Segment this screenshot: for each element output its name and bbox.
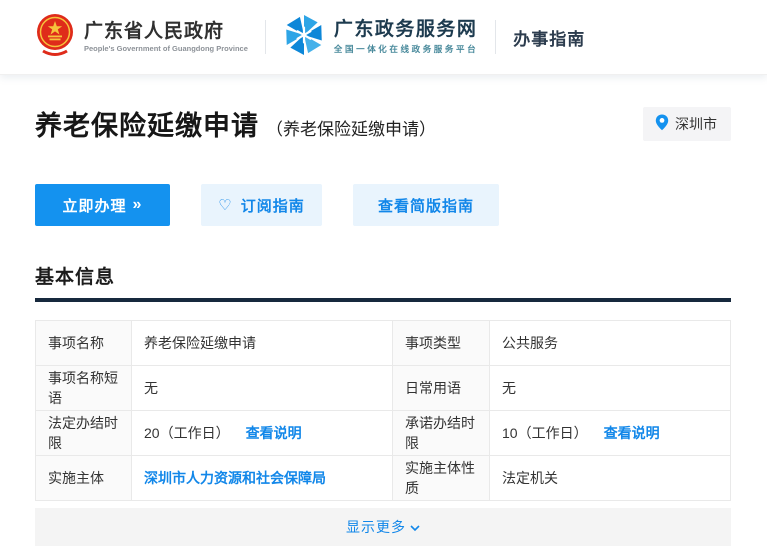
chevron-down-icon [410, 519, 420, 535]
row-value: 无 [131, 365, 393, 411]
row-label: 事项类型 [392, 320, 490, 366]
page-subtitle: （养老保险延缴申请） [266, 120, 436, 139]
row-value: 10（工作日） 查看说明 [489, 410, 731, 456]
double-arrow-icon: » [132, 196, 143, 213]
divider [264, 20, 266, 54]
table-row: 事项名称短语 无 日常用语 无 [35, 365, 731, 411]
nav-guide-label[interactable]: 办事指南 [513, 25, 585, 50]
heart-icon: ♡ [218, 197, 233, 214]
section-title-basic-info: 基本信息 [35, 267, 116, 288]
row-value: 无 [489, 365, 731, 411]
subscribe-guide-button[interactable]: ♡ 订阅指南 [201, 184, 322, 226]
basic-info-table: 事项名称 养老保险延缴申请 事项类型 公共服务 事项名称短语 无 日常用语 无 … [35, 320, 731, 501]
row-value: 法定机关 [489, 455, 731, 501]
city-selector[interactable]: 深圳市 [643, 106, 731, 141]
row-label: 日常用语 [392, 365, 490, 411]
city-label: 深圳市 [675, 115, 717, 132]
portal-subtitle: 全国一体化在线政务服务平台 [333, 44, 479, 55]
national-emblem-icon [35, 11, 75, 64]
top-header: 广东省人民政府 People's Government of Guangdong… [0, 0, 767, 75]
show-more-button[interactable]: 显示更多 [35, 508, 731, 546]
portal-logo[interactable]: 广东政务服务网 全国一体化在线政务服务平台 [283, 14, 478, 61]
row-label: 实施主体 [35, 455, 132, 501]
row-label: 承诺办结时限 [392, 410, 490, 456]
view-explanation-link[interactable]: 查看说明 [246, 425, 302, 441]
portal-title: 广东政务服务网 [333, 18, 478, 40]
gov-logo[interactable]: 广东省人民政府 People's Government of Guangdong… [35, 11, 248, 64]
table-row: 实施主体 深圳市人力资源和社会保障局 实施主体性质 法定机关 [35, 455, 731, 501]
portal-pinwheel-icon [283, 14, 325, 61]
section-underline-bar [35, 298, 731, 302]
row-label: 事项名称 [35, 320, 132, 366]
row-value: 公共服务 [489, 320, 731, 366]
divider [495, 20, 497, 54]
main-content: 养老保险延缴申请 （养老保险延缴申请） 深圳市 立即办理 » ♡ 订阅指南 查看… [0, 104, 767, 546]
apply-now-button[interactable]: 立即办理 » [35, 184, 170, 226]
row-value: 养老保险延缴申请 [131, 320, 393, 366]
row-value: 20（工作日） 查看说明 [131, 410, 393, 456]
gov-title: 广东省人民政府 [84, 20, 225, 42]
row-label: 实施主体性质 [392, 455, 490, 501]
location-pin-icon [655, 114, 669, 134]
gov-subtitle: People's Government of Guangdong Provinc… [84, 44, 248, 54]
simple-guide-button[interactable]: 查看简版指南 [353, 184, 499, 226]
view-explanation-link[interactable]: 查看说明 [604, 425, 660, 441]
page-title: 养老保险延缴申请 [35, 111, 259, 141]
row-label: 法定办结时限 [35, 410, 132, 456]
row-value: 深圳市人力资源和社会保障局 [131, 455, 393, 501]
row-label: 事项名称短语 [35, 365, 132, 411]
implementing-agency-link[interactable]: 深圳市人力资源和社会保障局 [144, 470, 326, 486]
table-row: 事项名称 养老保险延缴申请 事项类型 公共服务 [35, 320, 731, 366]
table-row: 法定办结时限 20（工作日） 查看说明 承诺办结时限 10（工作日） 查看说明 [35, 410, 731, 456]
